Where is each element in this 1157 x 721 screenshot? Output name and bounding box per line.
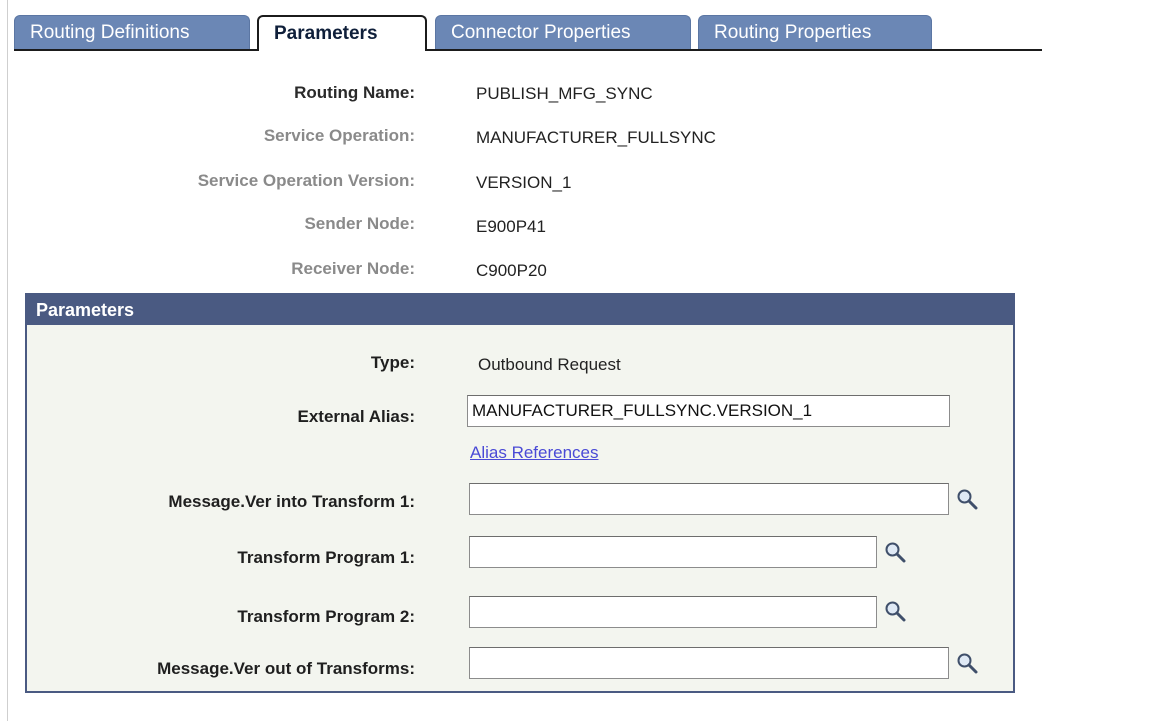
external-alias-label: External Alias:: [297, 407, 415, 426]
tab-routing-definitions[interactable]: Routing Definitions: [14, 15, 250, 49]
service-operation-version-label: Service Operation Version:: [197, 171, 415, 190]
alias-references-link[interactable]: Alias References: [470, 443, 599, 463]
message-ver-into-transform-input[interactable]: [469, 483, 949, 515]
page-left-border: [7, 0, 8, 721]
transform-program-2-lookup-icon[interactable]: [883, 599, 907, 623]
type-label: Type:: [370, 353, 415, 372]
tab-routing-properties[interactable]: Routing Properties: [698, 15, 932, 49]
transform-program-1-input[interactable]: [469, 536, 877, 568]
routing-name-label: Routing Name:: [294, 83, 415, 102]
service-operation-value: MANUFACTURER_FULLSYNC: [476, 128, 716, 147]
transform-program-1-label: Transform Program 1:: [237, 548, 415, 567]
message-ver-out-of-transforms-input[interactable]: [469, 647, 949, 679]
service-operation-label: Service Operation:: [263, 126, 415, 145]
receiver-node-value: C900P20: [476, 261, 547, 280]
transform-program-2-input[interactable]: [469, 596, 877, 628]
parameters-group-header: Parameters: [27, 295, 1013, 325]
tab-connector-properties[interactable]: Connector Properties: [435, 15, 691, 49]
type-value: Outbound Request: [478, 355, 621, 374]
message-ver-out-of-transforms-label: Message.Ver out of Transforms:: [157, 659, 415, 678]
message-ver-out-of-transforms-lookup-icon[interactable]: [955, 651, 979, 675]
sender-node-value: E900P41: [476, 217, 546, 236]
receiver-node-label: Receiver Node:: [291, 259, 415, 278]
tab-parameters[interactable]: Parameters: [257, 15, 427, 51]
transform-program-1-lookup-icon[interactable]: [883, 540, 907, 564]
routing-name-value: PUBLISH_MFG_SYNC: [476, 84, 653, 103]
transform-program-2-label: Transform Program 2:: [237, 607, 415, 626]
external-alias-input[interactable]: [467, 395, 950, 427]
sender-node-label: Sender Node:: [304, 214, 415, 233]
tab-bar: Routing Definitions Parameters Connector…: [14, 15, 1044, 51]
tab-underline: [14, 49, 1042, 51]
service-operation-version-value: VERSION_1: [476, 173, 572, 192]
message-ver-into-transform-lookup-icon[interactable]: [955, 487, 979, 511]
message-ver-into-transform-label: Message.Ver into Transform 1:: [168, 492, 415, 511]
